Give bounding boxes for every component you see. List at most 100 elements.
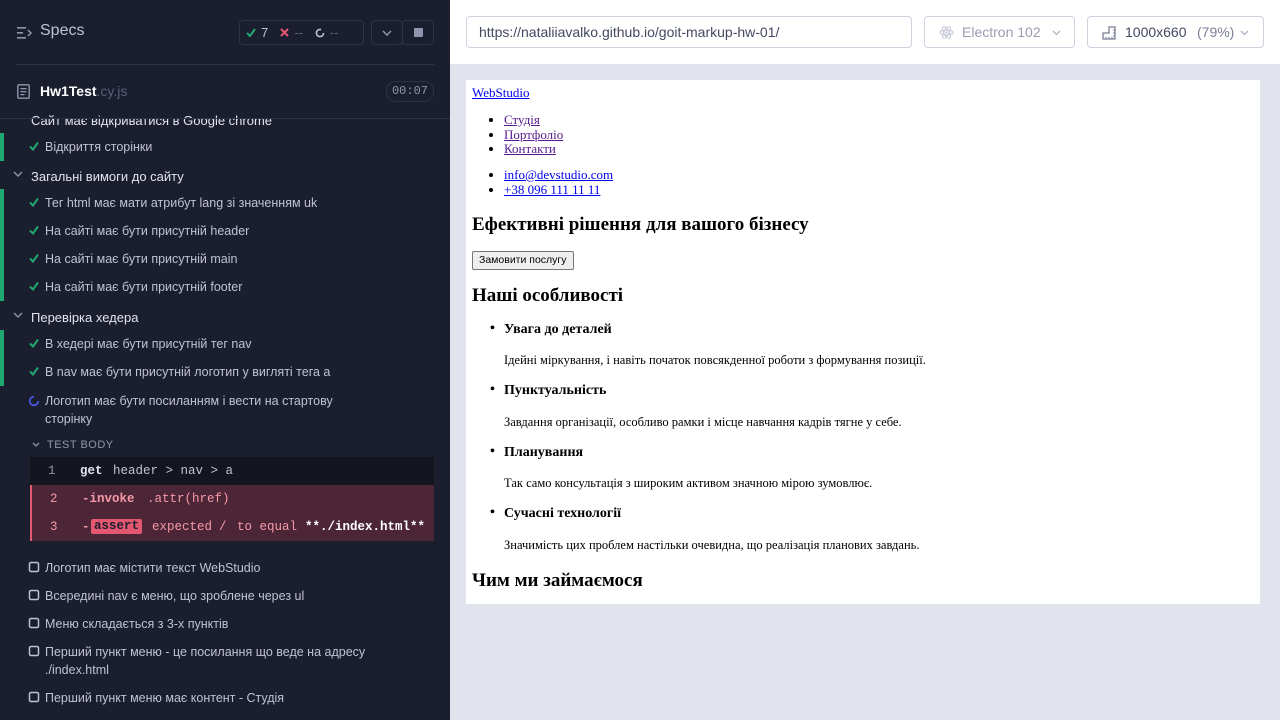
file-divider — [0, 118, 450, 119]
specs-list-icon[interactable] — [17, 26, 32, 40]
expand-toggle-button[interactable] — [371, 20, 403, 45]
test-title: Відкриття сторінки — [45, 140, 153, 154]
feature-description: Так само консультація з широким активом … — [504, 476, 873, 490]
command-line-number: 1 — [48, 464, 56, 478]
specs-title[interactable]: Specs — [40, 22, 84, 40]
test-title: Перший пункт меню - це посилання що веде… — [45, 645, 366, 677]
test-row-running[interactable]: Логотип має бути посиланням і вести на с… — [0, 387, 450, 427]
test-row-pending[interactable]: Перший пункт меню - це посилання що веде… — [0, 638, 450, 678]
nav-link-studio[interactable]: Студія — [504, 112, 540, 127]
app-under-test: WebStudio Студія Портфоліо Контакти info… — [466, 80, 1260, 604]
spec-file-header: Hw1Test.cy.js 00:07 — [0, 72, 450, 112]
nav-item: Контакти — [504, 141, 563, 157]
failed-count: -- — [294, 25, 303, 40]
pending-checkbox-icon — [28, 589, 40, 601]
test-title: Перший пункт меню має контент - Студія — [45, 691, 285, 705]
command-row-failed[interactable]: 2 -invoke .attr(href) — [30, 485, 434, 513]
pending-count: -- — [329, 25, 339, 40]
command-row-failed[interactable]: 3 - assert expected / to equal **./index… — [30, 513, 434, 541]
test-row-passed[interactable]: На сайті має бути присутній header — [0, 217, 450, 245]
feature-description: Значимість цих проблем настільки очевидн… — [504, 538, 920, 552]
test-row-passed[interactable]: В nav має бути присутній логотип у вигля… — [0, 358, 450, 386]
check-icon — [29, 366, 39, 377]
nav-link-contacts[interactable]: Контакти — [504, 141, 556, 156]
features-title: Наші особливості — [472, 285, 624, 306]
command-row[interactable]: 1 get header > nav > a — [30, 457, 434, 485]
pending-checkbox-icon — [28, 691, 40, 703]
viewport-size: 1000x660 — [1125, 24, 1187, 40]
feature-title: Увага до деталей — [490, 321, 612, 338]
test-row-pending[interactable]: Меню складається з 3-х пунктів — [0, 610, 450, 638]
test-row-passed[interactable]: На сайті має бути присутній main — [0, 245, 450, 273]
pending-stat: -- — [309, 25, 345, 40]
check-icon — [29, 338, 39, 349]
check-icon — [29, 281, 39, 292]
test-row-pending[interactable]: Всередині nav є меню, що зроблене через … — [0, 582, 450, 610]
test-row-pending[interactable]: Перший пункт меню має контент - Студія — [0, 684, 450, 712]
command-arg: to equal — [237, 520, 298, 534]
chevron-down-icon — [1052, 30, 1061, 36]
check-icon — [29, 197, 39, 208]
test-row-passed[interactable]: На сайті має бути присутній footer — [0, 273, 450, 301]
test-title: В nav має бути присутній логотип у вигля… — [45, 365, 331, 379]
site-nav-menu: Студія Портфоліо Контакти — [504, 112, 563, 157]
contact-item: info@devstudio.com — [504, 167, 613, 183]
suite-title: Загальні вимоги до сайту — [31, 169, 184, 184]
pass-indicator — [0, 133, 4, 161]
order-service-button[interactable]: Замовити послугу — [472, 251, 574, 270]
check-icon — [29, 253, 39, 264]
chevron-down-icon — [13, 312, 23, 318]
reporter-panel: Specs 7 -- -- Сайт має відкриватися в Go… — [0, 0, 450, 720]
x-icon — [280, 28, 289, 37]
command-arg: header > nav > a — [113, 464, 234, 478]
command-arg: **./index.html** — [305, 520, 426, 534]
site-contacts-list: info@devstudio.com +38 096 111 11 11 — [504, 167, 613, 197]
stop-icon — [413, 28, 423, 37]
suite-general[interactable]: Загальні вимоги до сайту — [0, 163, 450, 189]
url-bar[interactable]: https://nataliiavalko.github.io/goit-mar… — [466, 16, 912, 48]
spec-file-ext: .cy.js — [96, 83, 128, 99]
nav-link-portfolio[interactable]: Портфоліо — [504, 127, 563, 142]
chevron-down-icon[interactable] — [32, 442, 40, 448]
test-row-passed[interactable]: В хедері має бути присутній тег nav — [0, 330, 450, 358]
spec-file-basename: Hw1Test — [40, 83, 97, 99]
test-body-label[interactable]: TEST BODY — [47, 439, 114, 451]
command-arg: expected — [152, 520, 213, 534]
nav-item: Студія — [504, 112, 563, 128]
nav-item: Портфоліо — [504, 127, 563, 143]
site-logo-link[interactable]: WebStudio — [472, 85, 529, 101]
header-divider — [16, 64, 434, 65]
browser-selector[interactable]: Electron 102 — [924, 16, 1075, 48]
hero-title: Ефективні рішення для вашого бізнесу — [472, 214, 809, 235]
stats-summary: 7 -- -- — [239, 20, 364, 45]
chevron-down-icon — [1240, 30, 1249, 36]
pass-indicator — [0, 189, 4, 217]
phone-link[interactable]: +38 096 111 11 11 — [504, 182, 600, 197]
chevron-down-icon — [13, 171, 23, 177]
test-row-passed[interactable]: Відкриття сторінки — [0, 133, 450, 161]
test-row-pending[interactable]: Логотип має містити текст WebStudio — [0, 554, 450, 582]
feature-title: Планування — [490, 444, 583, 461]
browser-name: Electron 102 — [962, 24, 1041, 40]
spec-file-name[interactable]: Hw1Test.cy.js — [40, 83, 127, 99]
viewport-selector[interactable]: 1000x660 (79%) — [1087, 16, 1264, 48]
test-title: Меню складається з 3-х пунктів — [45, 617, 229, 631]
duration-badge: 00:07 — [386, 81, 434, 102]
command-name: get — [80, 464, 103, 478]
chevron-down-icon — [382, 29, 392, 36]
pending-spinner-icon — [315, 28, 325, 37]
suite-title: Сайт має відкриватися в Google chrome — [31, 113, 273, 128]
suite-header-check[interactable]: Перевірка хедера — [0, 304, 450, 330]
file-icon — [17, 84, 30, 99]
command-name: -invoke — [82, 492, 135, 506]
test-title: На сайті має бути присутній main — [45, 252, 238, 266]
test-row-passed[interactable]: Тег html має мати атрибут lang зі значен… — [0, 189, 450, 217]
check-icon — [246, 28, 256, 37]
failed-stat: -- — [274, 25, 309, 40]
test-title: Тег html має мати атрибут lang зі значен… — [45, 196, 318, 210]
email-link[interactable]: info@devstudio.com — [504, 167, 613, 182]
stop-button[interactable] — [402, 20, 434, 45]
feature-title: Сучасні технології — [490, 505, 621, 522]
running-spinner-icon — [28, 395, 40, 407]
suite-title: Перевірка хедера — [31, 310, 139, 325]
